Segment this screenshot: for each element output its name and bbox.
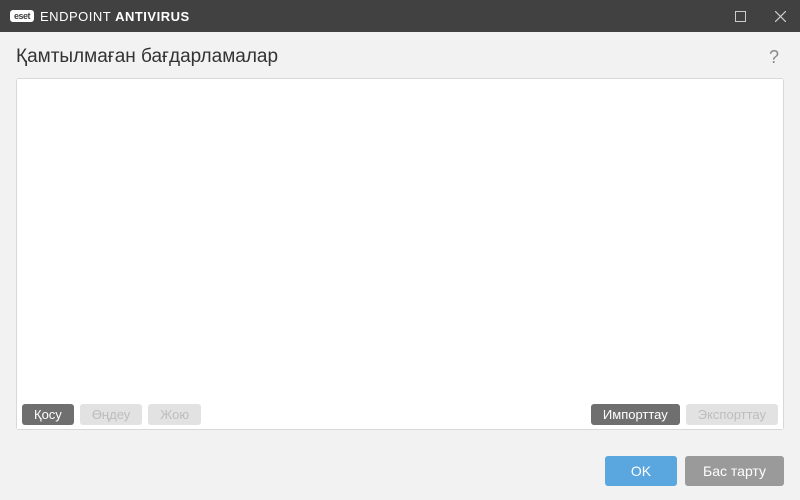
- close-button[interactable]: [760, 0, 800, 32]
- app-logo: eset ENDPOINT ANTIVIRUS: [10, 9, 190, 24]
- window-controls: [720, 0, 800, 32]
- maximize-button[interactable]: [720, 0, 760, 32]
- page-title: Қамтылмаған бағдарламалар: [16, 46, 278, 68]
- cancel-button[interactable]: Бас тарту: [685, 456, 784, 486]
- footer: OK Бас тарту: [0, 444, 800, 500]
- add-button[interactable]: Қосу: [22, 404, 74, 425]
- maximize-icon: [735, 11, 746, 22]
- close-icon: [775, 11, 786, 22]
- brand-text-bold: ANTIVIRUS: [115, 9, 190, 24]
- brand-badge: eset: [10, 10, 34, 22]
- list-panel: Қосу Өңдеу Жою Импорттау Экспорттау: [16, 78, 784, 430]
- excluded-apps-list[interactable]: [17, 79, 783, 400]
- content-area: Қамтылмаған бағдарламалар ? Қосу Өңдеу Ж…: [0, 32, 800, 444]
- titlebar: eset ENDPOINT ANTIVIRUS: [0, 0, 800, 32]
- toolbar-spacer: [207, 404, 585, 425]
- import-button[interactable]: Импорттау: [591, 404, 680, 425]
- list-toolbar: Қосу Өңдеу Жою Импорттау Экспорттау: [17, 400, 783, 429]
- help-icon[interactable]: ?: [764, 47, 784, 68]
- export-button: Экспорттау: [686, 404, 778, 425]
- brand-text: ENDPOINT ANTIVIRUS: [40, 9, 190, 24]
- header-row: Қамтылмаған бағдарламалар ?: [16, 46, 784, 68]
- edit-button: Өңдеу: [80, 404, 142, 425]
- brand-text-light: ENDPOINT: [40, 9, 115, 24]
- delete-button: Жою: [148, 404, 201, 425]
- ok-button[interactable]: OK: [605, 456, 677, 486]
